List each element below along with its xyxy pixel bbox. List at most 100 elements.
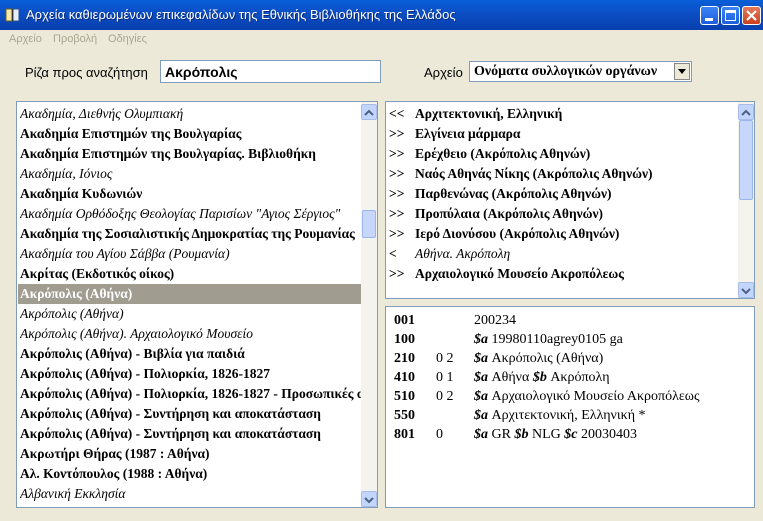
marc-tag: 210 [394,351,415,366]
related-headings-list[interactable]: << Αρχιτεκτονική, Ελληνική >> Ελγίνεια μάρμ… [385,101,755,299]
marc-indicators: 0 2 [436,351,454,366]
scroll-thumb[interactable] [362,210,376,238]
scroll-up-button[interactable] [361,104,377,120]
marc-field: 510 0 2 $a Αρχαιολογικό Μουσείο Ακροπόλεως [394,387,744,406]
list-item[interactable]: Αλ. Κοντόπουλος (1988 : Αθήνα) [20,464,361,484]
list-item[interactable]: Ακαδημία της Σοσιαλιστικής Δημοκρατίας τ… [20,224,361,244]
marc-value: $a GR $b NLG $c 20030403 [474,427,637,442]
marc-value: $a Αθήνα $b Ακρόπολη [474,370,610,385]
scroll-up-button[interactable] [738,104,754,120]
file-select[interactable]: Ονόματα συλλογικών οργάνων [469,61,692,82]
menu-help[interactable]: Οδηγίες [108,33,147,45]
close-button[interactable] [742,6,761,25]
list-item[interactable]: Αλβανική Εκκλησία [20,484,361,504]
related-item-label: Ερέχθειο (Ακρόπολις Αθηνών) [415,146,591,161]
menu-view[interactable]: Προβολή [53,33,97,45]
related-item[interactable]: < Αθήνα. Ακρόπολη [389,244,510,264]
marc-value: $a Αρχαιολογικό Μουσείο Ακροπόλεως [474,389,700,404]
list-item[interactable]: Ακαδημία Ορθόδοξης Θεολογίας Παρισίων "Α… [20,204,361,224]
related-item[interactable]: >> Παρθενώνας (Ακρόπολις Αθηνών) [389,184,612,204]
related-item-label: Ναός Αθηνάς Νίκης (Ακρόπολις Αθηνών) [415,166,653,181]
scroll-down-button[interactable] [738,282,754,298]
marc-tag: 550 [394,408,415,423]
list-item[interactable]: Ακαδημία Κυδωνιών [20,184,361,204]
menu-bar: Αρχείο Προβολή Οδηγίες [0,30,763,50]
marc-field: 001 200234 [394,311,744,330]
list-item[interactable]: Ακρόπολις (Αθήνα) - Πολιορκία, 1826-1827… [20,384,361,404]
marc-field: 210 0 2 $a Ακρόπολις (Αθήνα) [394,349,744,368]
related-item[interactable]: >> Ερέχθειο (Ακρόπολις Αθηνών) [389,144,590,164]
marc-tag: 001 [394,313,415,328]
marc-value: $a Αρχιτεκτονική, Ελληνική * [474,408,646,423]
headings-scrollbar[interactable] [361,102,377,507]
title-bar[interactable]: Αρχεία καθιερωμένων επικεφαλίδων της Εθν… [0,0,763,30]
relation-arrow: >> [389,126,405,141]
list-item[interactable]: Ακρίτας (Εκδοτικός οίκος) [20,264,361,284]
headings-list[interactable]: Ακαδημία, Διεθνής Ολυμπιακή Ακαδημία Επισ… [16,101,378,508]
marc-record-panel[interactable]: 001 200234 100 $a 19980110agrey0105 ga 210 0 … [385,306,755,508]
marc-value: $a Ακρόπολις (Αθήνα) [474,351,604,366]
relation-arrow: << [389,106,405,121]
list-item[interactable]: Ακρόπολις (Αθήνα) - Βιβλία για παιδιά [20,344,361,364]
list-item[interactable]: Ακαδημία, Ιόνιος [20,164,361,184]
chevron-down-icon [678,69,686,74]
close-icon [746,10,757,21]
list-item[interactable]: Ακρόπολις (Αθήνα) - Πολιορκία, 1826-1827 [20,364,361,384]
relation-arrow: >> [389,266,405,281]
marc-tag: 100 [394,332,415,347]
related-item[interactable]: >> Ελγίνεια μάρμαρα [389,124,520,144]
scroll-down-button[interactable] [361,491,377,507]
scroll-thumb[interactable] [739,120,753,200]
window-title: Αρχεία καθιερωμένων επικεφαλίδων της Εθν… [26,7,456,22]
related-item[interactable]: >> Ιερό Διονύσου (Ακρόπολις Αθηνών) [389,224,619,244]
marc-indicators: 0 [436,427,443,442]
list-item[interactable]: Ακρόπολις (Αθήνα) [20,304,361,324]
file-select-value: Ονόματα συλλογικών οργάνων [474,64,658,79]
relation-arrow: >> [389,226,405,241]
related-item[interactable]: << Αρχιτεκτονική, Ελληνική [389,104,562,124]
related-item-label: Αρχιτεκτονική, Ελληνική [415,106,563,121]
related-item[interactable]: >> Προπύλαια (Ακρόπολις Αθηνών) [389,204,603,224]
list-item[interactable]: Ακαδημία, Διεθνής Ολυμπιακή [20,104,361,124]
list-item[interactable]: Ακαδημία Επιστημών της Βουλγαρίας [20,124,361,144]
relation-arrow: >> [389,146,405,161]
relation-arrow: >> [389,206,405,221]
related-scrollbar[interactable] [738,102,754,298]
related-item[interactable]: >> Αρχαιολογικό Μουσείο Ακροπόλεως [389,264,624,284]
list-item[interactable]: Ακρόπολις (Αθήνα) [18,284,363,304]
maximize-button[interactable] [721,6,740,25]
relation-arrow: >> [389,186,405,201]
list-item[interactable]: Ακρόπολις (Αθήνα) - Συντήρηση και αποκατ… [20,404,361,424]
search-input[interactable] [160,60,381,83]
list-item[interactable]: Ακρόπολις (Αθήνα) - Συντήρηση και αποκατ… [20,424,361,444]
marc-field: 410 0 1 $a Αθήνα $b Ακρόπολη [394,368,744,387]
marc-indicators: 0 2 [436,389,454,404]
marc-field: 100 $a 19980110agrey0105 ga [394,330,744,349]
dropdown-button[interactable] [674,63,690,80]
marc-indicators: 0 1 [436,370,454,385]
related-item-label: Αθήνα. Ακρόπολη [415,246,511,261]
list-item[interactable]: Ακαδημία του Αγίου Σάββα (Ρουμανία) [20,244,361,264]
related-item-label: Ελγίνεια μάρμαρα [415,126,521,141]
app-window: Αρχεία καθιερωμένων επικεφαλίδων της Εθν… [0,0,763,521]
marc-tag: 801 [394,427,415,442]
maximize-icon [725,10,736,21]
chevron-up-icon [741,109,751,116]
marc-field: 801 0 $a GR $b NLG $c 20030403 [394,425,744,444]
related-item[interactable]: >> Ναός Αθηνάς Νίκης (Ακρόπολις Αθηνών) [389,164,653,184]
marc-value: $a 19980110agrey0105 ga [474,332,623,347]
list-item[interactable]: Ακρωτήρι Θήρας (1987 : Αθήνα) [20,444,361,464]
marc-value: 200234 [474,313,516,328]
minimize-button[interactable] [700,6,719,25]
relation-arrow: >> [389,166,405,181]
marc-tag: 510 [394,389,415,404]
list-item[interactable]: Ακρόπολις (Αθήνα). Αρχαιολογικό Μουσείο [20,324,361,344]
chevron-down-icon [364,497,374,504]
menu-file[interactable]: Αρχείο [9,33,42,45]
list-item[interactable]: Ακαδημία Επιστημών της Βουλγαρίας. Βιβλι… [20,144,361,164]
related-item-label: Προπύλαια (Ακρόπολις Αθηνών) [415,206,604,221]
relation-arrow: < [389,246,397,261]
book-icon [5,8,20,22]
file-label: Αρχείο [424,65,463,80]
chevron-down-icon [741,288,751,295]
